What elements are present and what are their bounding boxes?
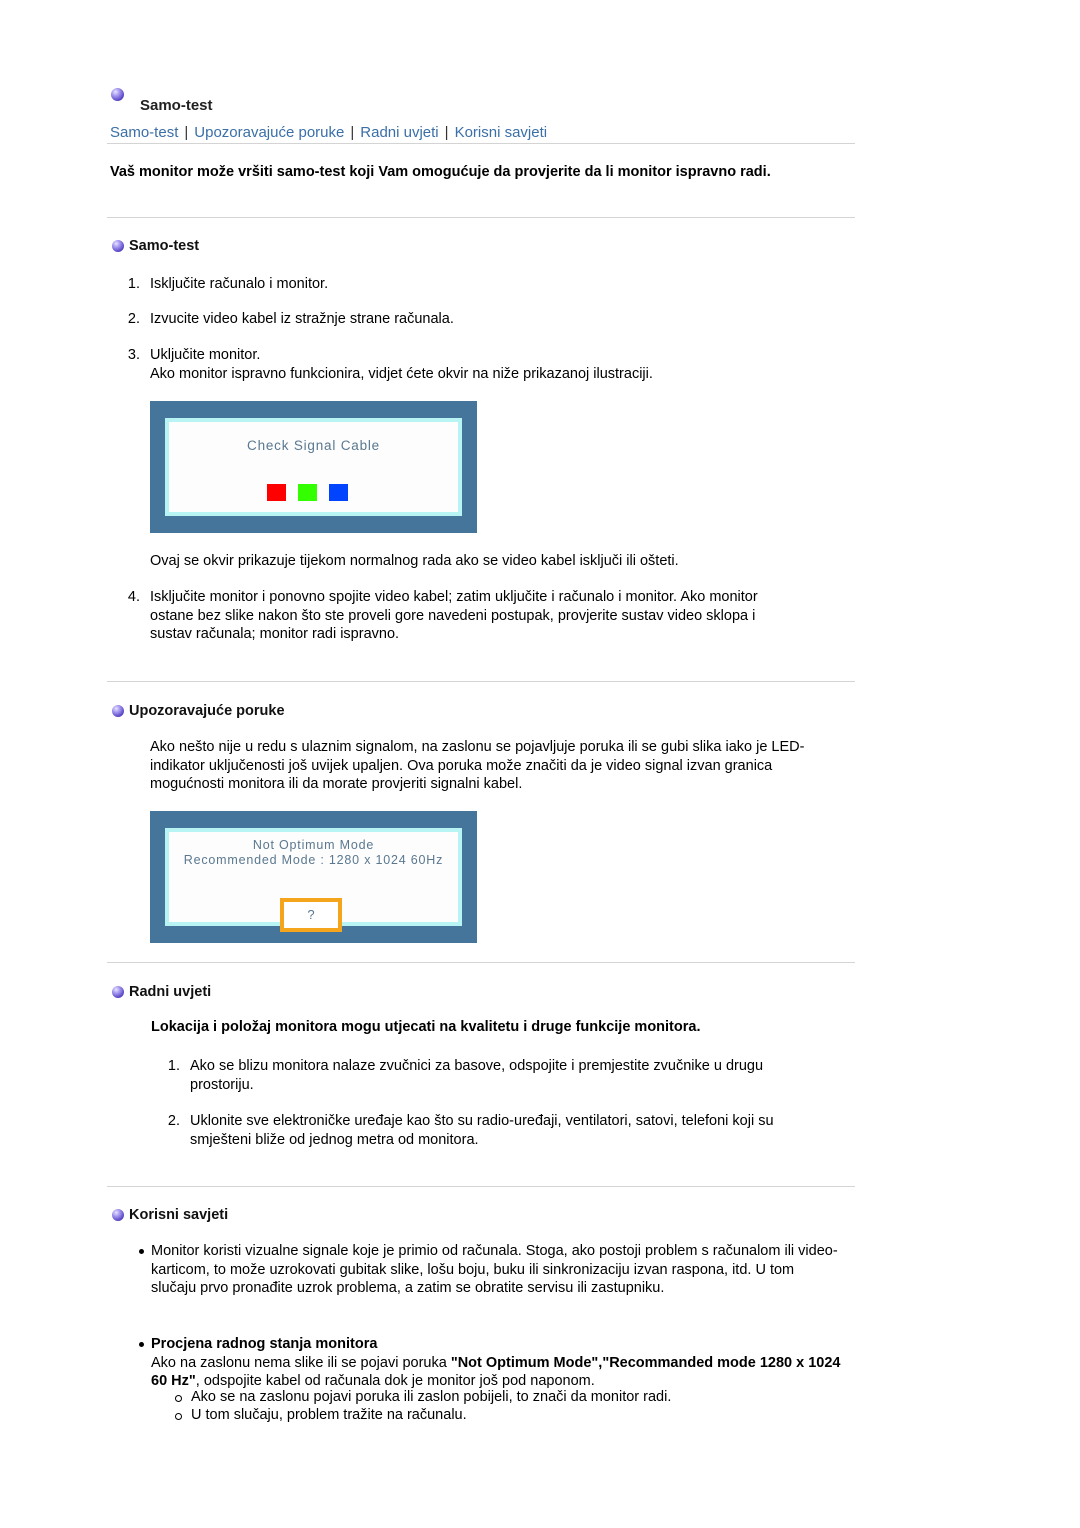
section-heading-text: Korisni savjeti [129,1207,229,1223]
section-bullet-icon [112,986,124,998]
section-heading-self-test: Samo-test [112,238,199,254]
sub-bullet-icon [175,1395,182,1402]
step-line: Ako monitor ispravno funkcionira, vidjet… [150,365,653,382]
item-number: 2. [167,1113,180,1129]
environment-item: 2. Uklonite sve elektroničke uređaje kao… [150,1112,820,1149]
step-text: Isključite monitor i ponovno spojite vid… [150,589,758,642]
step-item: 1. Isključite računalo i monitor. [110,275,328,294]
check-signal-cable-illustration: Check Signal Cable [150,401,477,533]
section-heading-text: Upozoravajuće poruke [129,703,285,719]
section-heading-tips: Korisni savjeti [112,1207,228,1223]
step-text: Isključite računalo i monitor. [150,276,329,292]
step-item: 2. Izvucite video kabel iz stražnje stra… [110,310,454,329]
environment-lead: Lokacija i položaj monitora mogu utjecat… [151,1019,701,1035]
sub-bullet-icon [175,1413,182,1420]
bullet-icon [139,1249,144,1254]
section-heading-warnings: Upozoravajuće poruke [112,703,285,719]
intro-text: Vaš monitor može vršiti samo-test koji V… [110,164,771,180]
section-nav: Samo-test | Upozoravajuće poruke | Radni uvj… [110,124,547,141]
step-number: 1. [127,276,140,292]
nav-link-self-test[interactable]: Samo-test [110,124,178,141]
page-title: Samo-test [140,97,213,114]
tip-title: Procjena radnog stanja monitora [151,1336,378,1352]
sub-tip-text: Ako se na zaslonu pojavi poruka ili zasl… [191,1389,672,1405]
step-line: Uključite monitor. [150,347,261,363]
step-text: Uključite monitor. Ako monitor ispravno … [140,346,653,383]
tip-text: Monitor koristi vizualne signale koje je… [151,1243,838,1296]
osd-line-2: Recommended Mode : 1280 x 1024 60Hz [183,853,444,867]
osd-screen: Check Signal Cable [165,418,462,516]
section-bullet-icon [112,705,124,717]
osd-screen: Not Optimum Mode Recommended Mode : 1280… [165,828,462,932]
item-number: 1. [167,1058,180,1074]
blue-square [329,484,348,501]
nav-separator: | [350,124,355,141]
nav-link-environment[interactable]: Radni uvjeti [360,124,438,141]
step-number: 4. [127,589,140,605]
section-bullet-icon [112,1209,124,1221]
bullet-icon [139,1342,144,1347]
step-number: 2. [127,311,140,327]
divider [107,143,855,144]
step-number: 3. [127,347,140,363]
tip-text-post: , odspojite kabel od računala dok je mon… [195,1373,595,1389]
environment-item: 1. Ako se blizu monitora nalaze zvučnici… [150,1057,820,1094]
sub-tip-text: U tom slučaju, problem tražite na računa… [191,1407,467,1423]
step-text: Izvucite video kabel iz stražnje strane … [150,311,454,327]
divider [107,1186,855,1187]
tip-text-pre: Ako na zaslonu nema slike ili se pojavi … [151,1354,451,1371]
nav-link-warnings[interactable]: Upozoravajuće poruke [194,124,344,141]
step-item: 4. Isključite monitor i ponovno spojite … [110,588,790,644]
osd-help-button: ? [280,898,342,932]
warnings-text: Ako nešto nije u redu s ulaznim signalom… [150,739,805,792]
tip-monitor-check: Procjena radnog stanja monitora Ako na z… [151,1335,851,1391]
red-square [267,484,286,501]
section-heading-text: Radni uvjeti [129,984,212,1000]
step-item: 3. Uključite monitor. Ako monitor isprav… [110,346,653,383]
divider [107,217,855,218]
osd-line-1: Not Optimum Mode [252,838,375,852]
osd-message: Check Signal Cable [247,438,380,453]
item-text: Ako se blizu monitora nalaze zvučnici za… [190,1058,764,1093]
illustration-caption: Ovaj se okvir prikazuje tijekom normalno… [150,553,679,569]
divider [107,962,855,963]
section-heading-text: Samo-test [129,238,200,254]
divider [107,681,855,682]
nav-link-tips[interactable]: Korisni savjeti [455,124,548,141]
section-bullet-icon [112,240,124,252]
nav-separator: | [184,124,189,141]
section-heading-environment: Radni uvjeti [112,984,211,1000]
title-bullet-icon [111,88,124,101]
nav-separator: | [444,124,449,141]
green-square [298,484,317,501]
item-text: Uklonite sve elektroničke uređaje kao št… [190,1113,774,1148]
not-optimum-mode-illustration: Not Optimum Mode Recommended Mode : 1280… [150,811,477,943]
